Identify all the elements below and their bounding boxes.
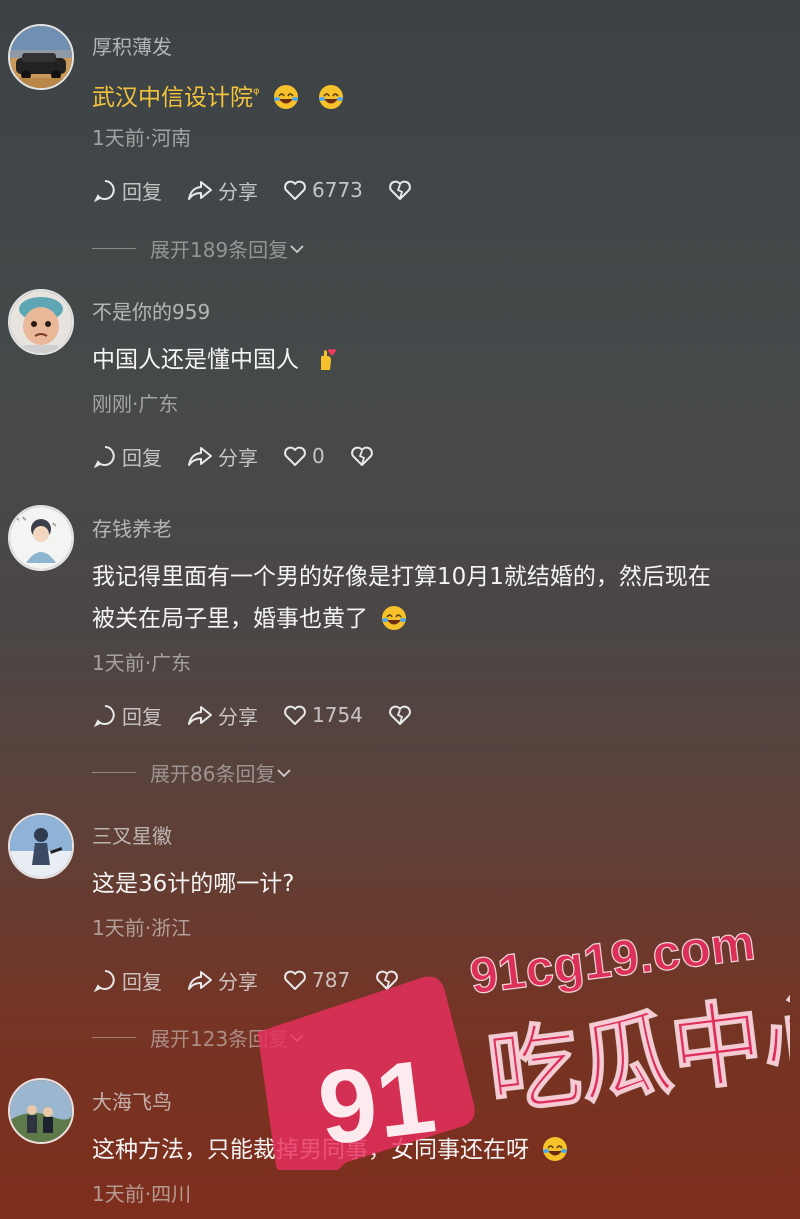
watermark-slogan: 吃瓜中心: [482, 977, 790, 1128]
avatar[interactable]: ✎ ✎ ✎: [8, 505, 74, 571]
comment-author[interactable]: 不是你的959: [92, 296, 210, 325]
reply-button[interactable]: 回复: [92, 701, 162, 730]
comment-text-body: 中国人还是懂中国人: [92, 347, 299, 373]
comment-bubble-icon: [93, 180, 115, 203]
heart-icon: [284, 705, 306, 725]
share-label: 分享: [218, 179, 258, 204]
comment-author[interactable]: 大海飞鸟: [92, 1086, 172, 1115]
chevron-down-icon: [290, 244, 304, 253]
expand-replies-label: 展开86条回复: [150, 762, 276, 786]
share-arrow-icon: [188, 181, 212, 200]
laugh-cry-emoji-icon: [319, 85, 344, 109]
like-count: 787: [312, 968, 351, 992]
comment-author[interactable]: 存钱养老: [92, 513, 172, 542]
comment-text-line: 我记得里面有一个男的好像是打算10月1就结婚的，然后现在: [92, 564, 711, 590]
share-button[interactable]: 分享: [186, 176, 258, 205]
expand-replies-button[interactable]: 展开189条回复: [92, 234, 306, 263]
reply-label: 回复: [122, 179, 162, 204]
avatar[interactable]: [8, 289, 74, 355]
divider: [92, 248, 136, 249]
broken-heart-icon: [376, 970, 399, 990]
avatar[interactable]: [8, 813, 74, 879]
share-label: 分享: [218, 704, 258, 729]
share-button[interactable]: 分享: [186, 442, 258, 471]
dislike-button[interactable]: [374, 967, 404, 993]
reply-label: 回复: [122, 445, 162, 470]
comment-text[interactable]: 这是36计的哪一计?: [92, 864, 790, 904]
comment-author[interactable]: 厚积薄发: [92, 31, 172, 60]
like-count: 0: [312, 444, 325, 468]
comment-bubble-icon: [93, 446, 115, 469]
comment-text-body: 被关在局子里，婚事也黄了: [92, 606, 368, 632]
like-button[interactable]: 1754: [282, 702, 363, 728]
comment-actions: 回复 分享 1754: [92, 700, 441, 730]
share-arrow-icon: [188, 971, 212, 990]
reply-label: 回复: [122, 969, 162, 994]
broken-heart-icon: [389, 180, 411, 200]
laugh-cry-emoji-icon: [273, 85, 298, 109]
comment-actions: 回复 分享 6773: [92, 175, 441, 205]
share-arrow-icon: [188, 706, 212, 725]
comment-bubble-icon: [93, 705, 115, 728]
dislike-button[interactable]: [387, 702, 417, 728]
broken-heart-icon: [350, 446, 373, 466]
dislike-button[interactable]: [349, 443, 379, 469]
comment-bubble-icon: [93, 970, 115, 993]
watermark-logo: 91 91cg19.com 吃瓜中心: [257, 913, 800, 1195]
share-button[interactable]: 分享: [186, 966, 258, 995]
comment-text[interactable]: 武汉中信设计院ᵠ: [92, 74, 790, 118]
hand-heart-emoji-icon: [321, 349, 337, 370]
like-button[interactable]: 787: [282, 967, 350, 993]
comment-text-body: 这种方法，只能裁掉男同事，女同事还在呀: [92, 1137, 529, 1163]
like-count: 1754: [312, 703, 363, 727]
dislike-button[interactable]: [387, 177, 417, 203]
comment-meta: 1天前·浙江: [92, 916, 192, 940]
comment-text[interactable]: 这种方法，只能裁掉男同事，女同事还在呀: [92, 1130, 790, 1170]
reply-button[interactable]: 回复: [92, 176, 162, 205]
watermark-domain: 91cg19.com: [467, 914, 758, 1004]
expand-replies-button[interactable]: 展开123条回复: [92, 1023, 306, 1052]
expand-replies-button[interactable]: 展开86条回复: [92, 758, 293, 787]
comment-meta: 刚刚·广东: [92, 392, 179, 416]
share-arrow-icon: [188, 447, 212, 466]
comment-actions: 回复 分享 787: [92, 965, 428, 995]
reply-button[interactable]: 回复: [92, 442, 162, 471]
heart-icon: [284, 446, 306, 466]
laugh-cry-emoji-icon: [382, 606, 407, 630]
broken-heart-icon: [389, 705, 411, 725]
laugh-cry-emoji-icon: [543, 1137, 568, 1161]
comment-meta: 1天前·广东: [92, 651, 192, 675]
expand-replies-label: 展开189条回复: [150, 238, 289, 262]
comment-meta: 1天前·四川: [92, 1182, 192, 1206]
avatar[interactable]: [8, 1078, 74, 1144]
divider: [92, 1037, 136, 1038]
heart-icon: [284, 970, 306, 990]
reply-button[interactable]: 回复: [92, 966, 162, 995]
svg-text:✎ ✎: ✎ ✎: [15, 516, 27, 523]
comment-text-link[interactable]: 武汉中信设计院: [92, 85, 253, 111]
search-icon[interactable]: ᵠ: [253, 84, 260, 103]
like-count: 6773: [312, 178, 363, 202]
comment-text[interactable]: 我记得里面有一个男的好像是打算10月1就结婚的，然后现在 被关在局子里，婚事也黄…: [92, 557, 790, 639]
comment-actions: 回复 分享 0: [92, 441, 403, 471]
comment-text[interactable]: 中国人还是懂中国人: [92, 340, 790, 380]
comment-text-line: 被关在局子里，婚事也黄了: [92, 599, 790, 639]
share-label: 分享: [218, 969, 258, 994]
avatar[interactable]: [8, 24, 74, 90]
share-button[interactable]: 分享: [186, 701, 258, 730]
comment-meta: 1天前·河南: [92, 126, 192, 150]
expand-replies-label: 展开123条回复: [150, 1027, 289, 1051]
heart-icon: [284, 180, 306, 200]
divider: [92, 772, 136, 773]
svg-text:✎: ✎: [52, 522, 57, 529]
chevron-down-icon: [290, 1033, 304, 1042]
like-button[interactable]: 6773: [282, 177, 363, 203]
chevron-down-icon: [277, 768, 292, 777]
comment-author[interactable]: 三叉星徽: [92, 820, 172, 849]
reply-label: 回复: [122, 704, 162, 729]
like-button[interactable]: 0: [282, 443, 325, 469]
share-label: 分享: [218, 445, 258, 470]
watermark: 91 91cg19.com 吃瓜中心: [250, 870, 800, 1195]
